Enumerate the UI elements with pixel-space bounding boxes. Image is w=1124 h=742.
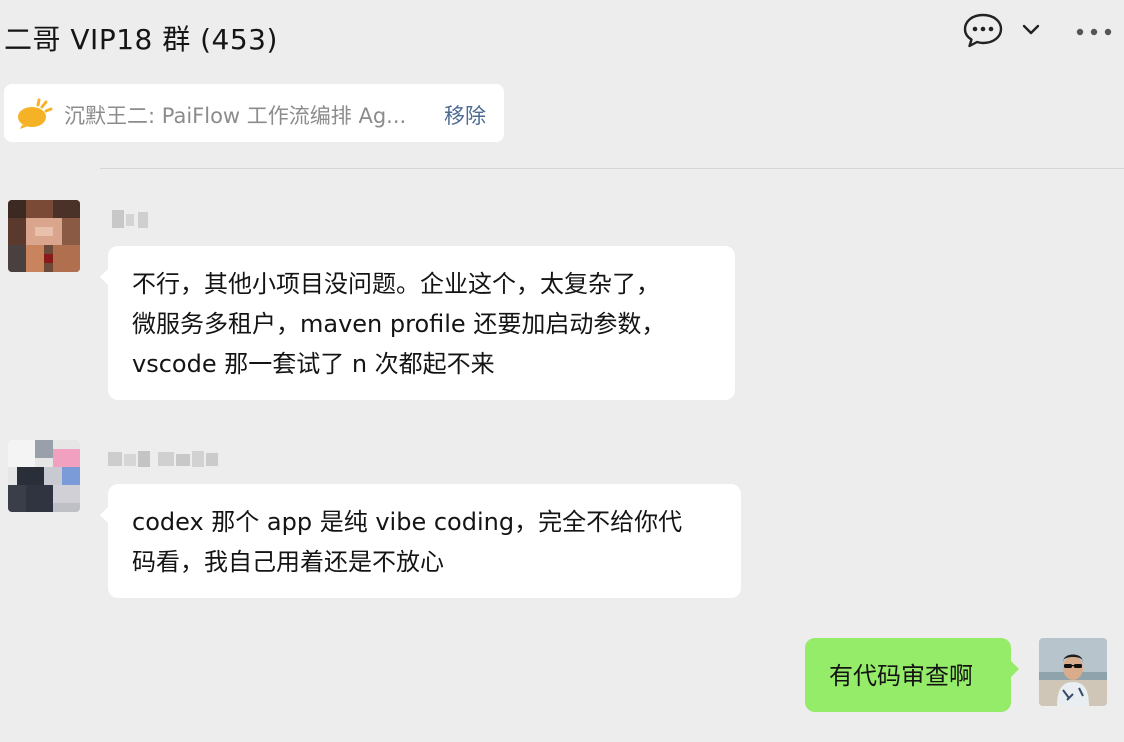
chat-bubble-icon[interactable]: [962, 12, 1004, 50]
sender-name-blurred: [112, 208, 152, 232]
my-avatar[interactable]: [1039, 638, 1107, 706]
message-line: codex 那个 app 是纯 vibe coding，完全不给你代: [132, 508, 683, 536]
more-options-icon[interactable]: [1074, 24, 1116, 38]
pinned-message-text: 沉默王二: PaiFlow 工作流编排 Ag...: [64, 104, 407, 128]
message-line: 有代码审查啊: [829, 662, 973, 690]
message-bubble[interactable]: 不行，其他小项目没问题。企业这个，太复杂了， 微服务多租户，maven prof…: [100, 246, 735, 400]
chevron-down-icon[interactable]: [1020, 20, 1042, 40]
message-line: 码看，我自己用着还是不放心: [132, 548, 444, 576]
avatar[interactable]: [8, 200, 80, 272]
message-line: 微服务多租户，maven profile 还要加启动参数，: [132, 310, 666, 338]
message-bubble[interactable]: codex 那个 app 是纯 vibe coding，完全不给你代 码看，我自…: [100, 484, 741, 598]
broadcast-icon: [16, 98, 54, 134]
my-message-bubble[interactable]: 有代码审查啊: [805, 638, 1019, 712]
sender-name-blurred: [108, 448, 220, 472]
avatar[interactable]: [8, 440, 80, 512]
message-line: vscode 那一套试了 n 次都起不来: [132, 350, 495, 378]
pinned-message-bar[interactable]: 沉默王二: PaiFlow 工作流编排 Ag... 移除: [4, 84, 504, 142]
remove-pin-button[interactable]: 移除: [444, 100, 486, 130]
divider: [100, 168, 1124, 169]
message-line: 不行，其他小项目没问题。企业这个，太复杂了，: [132, 270, 660, 298]
chat-title: 二哥 VIP18 群 (453): [4, 23, 278, 56]
